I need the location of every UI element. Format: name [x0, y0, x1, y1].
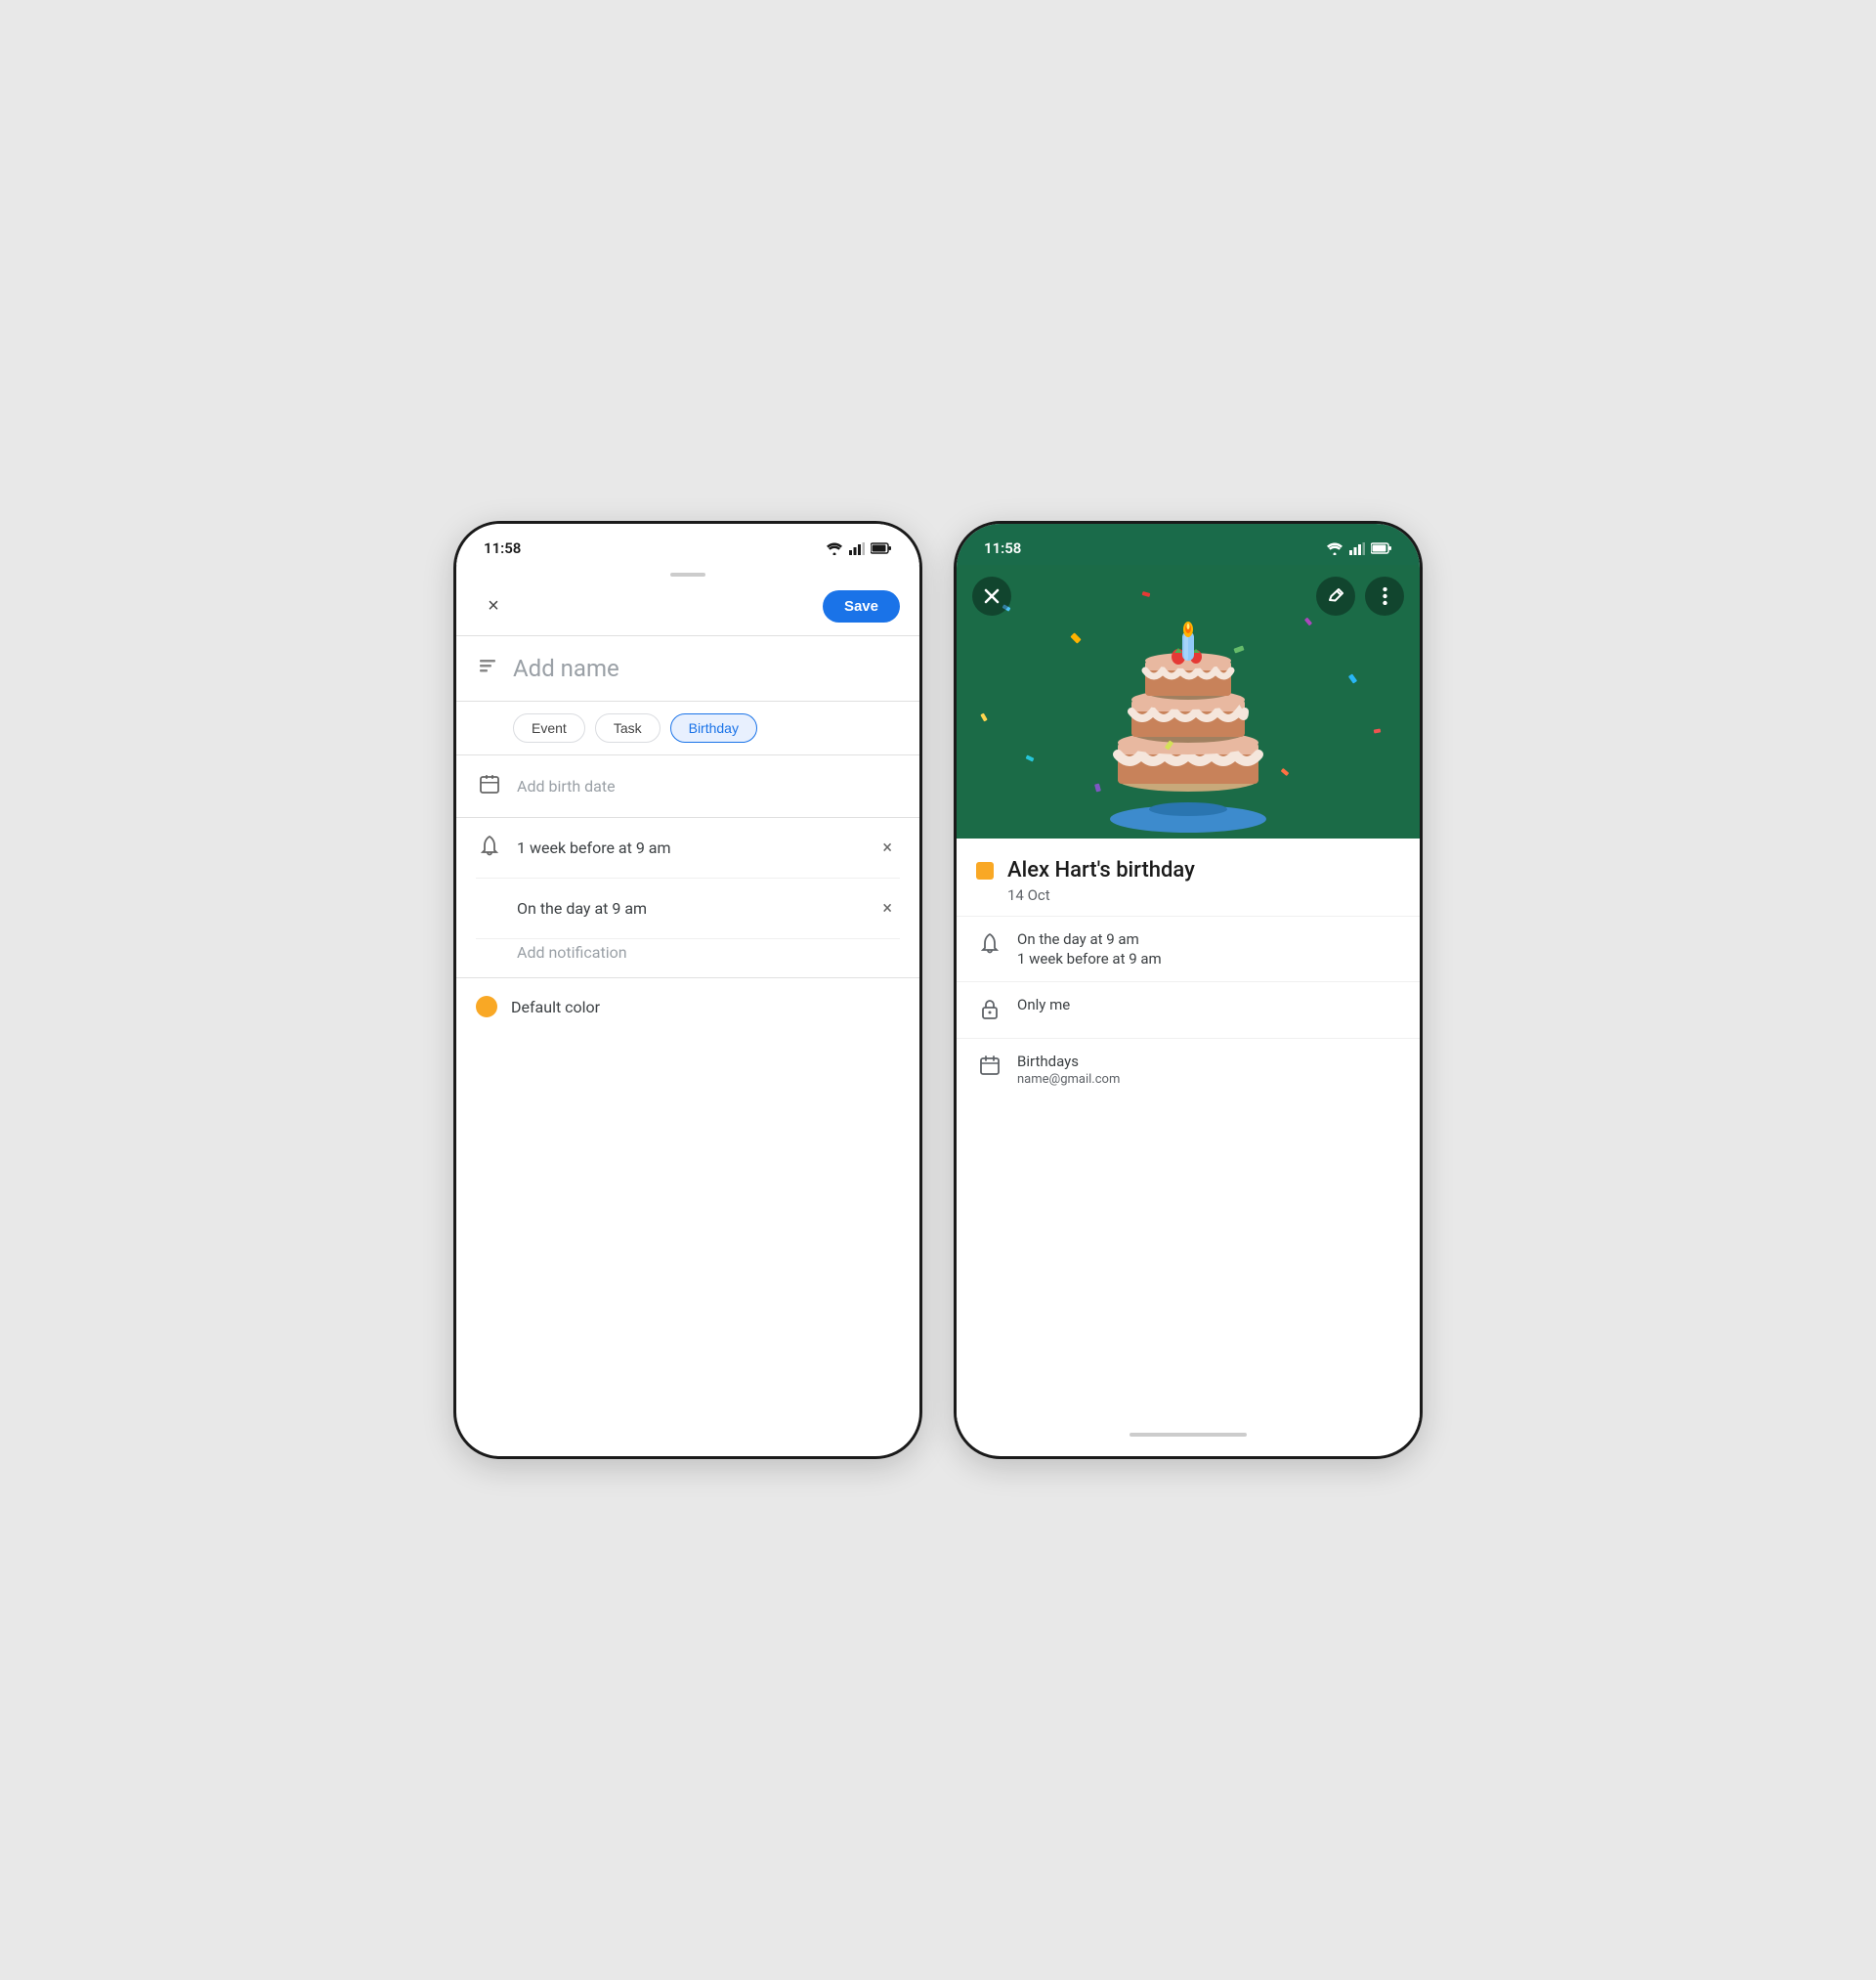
bell-icon-1: [476, 835, 503, 861]
color-row[interactable]: Default color: [456, 978, 919, 1035]
calendar-details: Birthdays name@gmail.com: [1017, 1053, 1120, 1087]
app-container: 11:58: [453, 521, 1423, 1459]
tab-task[interactable]: Task: [595, 713, 661, 743]
edit-button[interactable]: [1316, 577, 1355, 616]
tab-event[interactable]: Event: [513, 713, 585, 743]
header-actions: [957, 565, 1420, 627]
notif-close-1[interactable]: ×: [874, 834, 900, 862]
detail-close-button[interactable]: [972, 577, 1011, 616]
add-name-placeholder[interactable]: Add name: [513, 655, 619, 682]
wifi-icon: [826, 542, 843, 555]
phone-create-event: 11:58: [453, 521, 922, 1459]
notif-text-1: 1 week before at 9 am: [517, 839, 861, 857]
notif-row-2: On the day at 9 am ×: [476, 879, 900, 939]
add-name-row: Add name: [456, 636, 919, 702]
event-color-dot: [976, 862, 994, 880]
tab-birthday[interactable]: Birthday: [670, 713, 757, 743]
status-icons-1: [826, 542, 892, 555]
lock-icon: [976, 996, 1003, 1024]
event-title: Alex Hart's birthday: [1007, 858, 1195, 882]
home-indicator: [1130, 1433, 1247, 1437]
detail-body: Alex Hart's birthday 14 Oct On the day a…: [957, 839, 1420, 1421]
battery-icon-2: [1371, 542, 1392, 554]
color-label: Default color: [511, 998, 600, 1016]
notif-close-2[interactable]: ×: [874, 894, 900, 923]
header-right-buttons: [1316, 577, 1404, 616]
battery-icon: [871, 542, 892, 554]
event-title-row: Alex Hart's birthday: [957, 839, 1420, 886]
more-button[interactable]: [1365, 577, 1404, 616]
notif-text-2: On the day at 9 am: [517, 899, 861, 918]
drag-handle: [670, 573, 705, 577]
notification-details: On the day at 9 am 1 week before at 9 am: [1017, 930, 1162, 968]
notif-row-1: 1 week before at 9 am ×: [476, 818, 900, 879]
spacer-1: [456, 1035, 919, 1456]
time-2: 11:58: [984, 539, 1021, 557]
signal-icon: [849, 542, 865, 555]
save-button[interactable]: Save: [823, 590, 900, 623]
bell-detail-icon: [976, 930, 1003, 959]
visibility-label: Only me: [1017, 996, 1070, 1013]
phone-birthday-detail: 11:58: [954, 521, 1423, 1459]
notif-detail-2: 1 week before at 9 am: [1017, 950, 1162, 968]
create-event-header: × Save: [456, 581, 919, 636]
notifications-section: 1 week before at 9 am × On the day at 9 …: [456, 818, 919, 978]
status-bar-1: 11:58: [456, 524, 919, 565]
birth-date-placeholder: Add birth date: [517, 777, 616, 796]
time-1: 11:58: [484, 539, 521, 557]
status-icons-2: [1326, 542, 1392, 555]
calendar-detail-icon: [976, 1053, 1003, 1081]
visibility-details: Only me: [1017, 996, 1070, 1013]
detail-visibility: Only me: [957, 981, 1420, 1038]
detail-notifications: On the day at 9 am 1 week before at 9 am: [957, 916, 1420, 981]
notif-detail-1: On the day at 9 am: [1017, 930, 1162, 948]
bottom-bar: [957, 1421, 1420, 1456]
birth-date-row[interactable]: Add birth date: [456, 755, 919, 818]
event-type-tabs: Event Task Birthday: [456, 702, 919, 755]
detail-calendar: Birthdays name@gmail.com: [957, 1038, 1420, 1100]
close-button[interactable]: ×: [476, 588, 511, 624]
birthday-header: [957, 565, 1420, 839]
color-dot: [476, 996, 497, 1017]
signal-icon-2: [1349, 542, 1365, 555]
name-icon: [476, 654, 499, 683]
calendar-name: Birthdays: [1017, 1053, 1120, 1070]
status-bar-2: 11:58: [957, 524, 1420, 565]
event-date: 14 Oct: [957, 886, 1420, 916]
birthday-cake: [1081, 604, 1296, 839]
add-notification-link[interactable]: Add notification: [476, 939, 900, 977]
calendar-email: name@gmail.com: [1017, 1072, 1120, 1087]
wifi-icon-2: [1326, 542, 1343, 555]
calendar-icon: [476, 773, 503, 799]
